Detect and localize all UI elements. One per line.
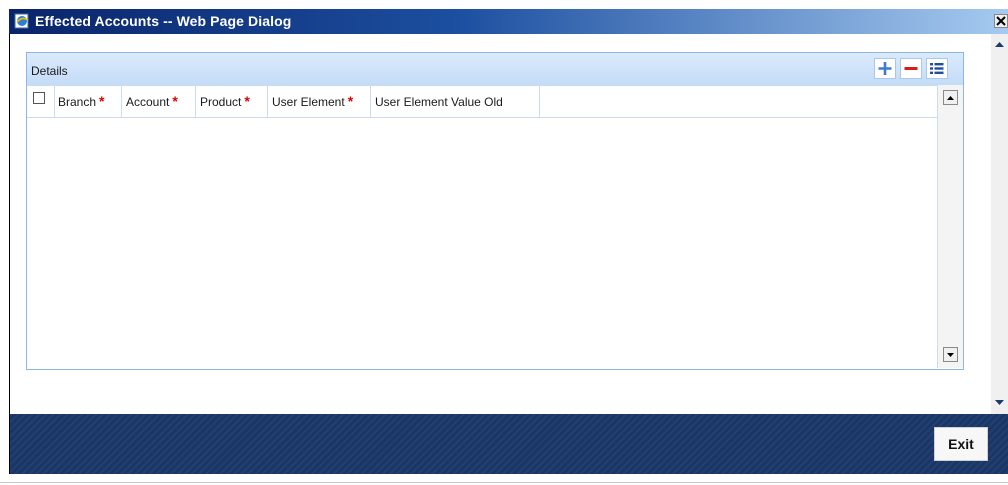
window-title: Effected Accounts -- Web Page Dialog xyxy=(35,13,292,29)
grid-scrollbar[interactable] xyxy=(937,85,963,368)
column-label: Account xyxy=(126,95,170,109)
select-all-cell xyxy=(27,86,55,117)
delete-row-button[interactable] xyxy=(900,58,922,79)
column-user-element[interactable]: User Element * xyxy=(268,86,371,117)
dialog-window: Effected Accounts -- Web Page Dialog Det… xyxy=(0,0,1008,485)
exit-button[interactable]: Exit xyxy=(934,427,988,461)
details-panel: Details Branch * Account * Product * Use… xyxy=(26,52,964,370)
column-user-element-value-old[interactable]: User Element Value Old xyxy=(371,86,540,117)
column-label: Branch xyxy=(58,95,97,109)
required-marker: * xyxy=(244,93,250,109)
column-label: User Element xyxy=(272,95,345,109)
panel-title: Details xyxy=(31,64,68,78)
list-icon xyxy=(930,63,944,74)
required-marker: * xyxy=(347,93,354,109)
column-label: User Element Value Old xyxy=(375,95,503,109)
select-all-checkbox[interactable] xyxy=(33,92,45,104)
ie-page-icon xyxy=(14,13,29,29)
panel-header: Details xyxy=(27,53,963,85)
column-label: Product xyxy=(200,95,242,109)
column-account[interactable]: Account * xyxy=(122,86,196,117)
grid-scroll-down-button[interactable] xyxy=(943,347,958,362)
grid-scroll-up-button[interactable] xyxy=(943,90,958,105)
column-branch[interactable]: Branch * xyxy=(55,86,122,117)
add-row-button[interactable] xyxy=(874,58,896,79)
scroll-down-icon[interactable] xyxy=(993,396,1006,409)
scroll-up-icon xyxy=(947,96,954,100)
grid-header: Branch * Account * Product * User Element * … xyxy=(27,85,937,118)
required-marker: * xyxy=(172,93,178,109)
title-bar: Effected Accounts -- Web Page Dialog xyxy=(9,9,1008,34)
footer-bar xyxy=(10,414,1008,474)
single-view-button[interactable] xyxy=(926,58,948,79)
minus-icon xyxy=(904,67,918,70)
close-button[interactable] xyxy=(994,14,1008,28)
scroll-down-icon xyxy=(947,353,954,357)
column-product[interactable]: Product * xyxy=(196,86,268,117)
scroll-up-icon[interactable] xyxy=(993,38,1006,51)
window-scrollbar[interactable] xyxy=(991,34,1008,414)
required-marker: * xyxy=(99,93,105,109)
close-icon xyxy=(994,14,1008,28)
divider xyxy=(0,482,1008,483)
plus-icon xyxy=(878,62,892,75)
